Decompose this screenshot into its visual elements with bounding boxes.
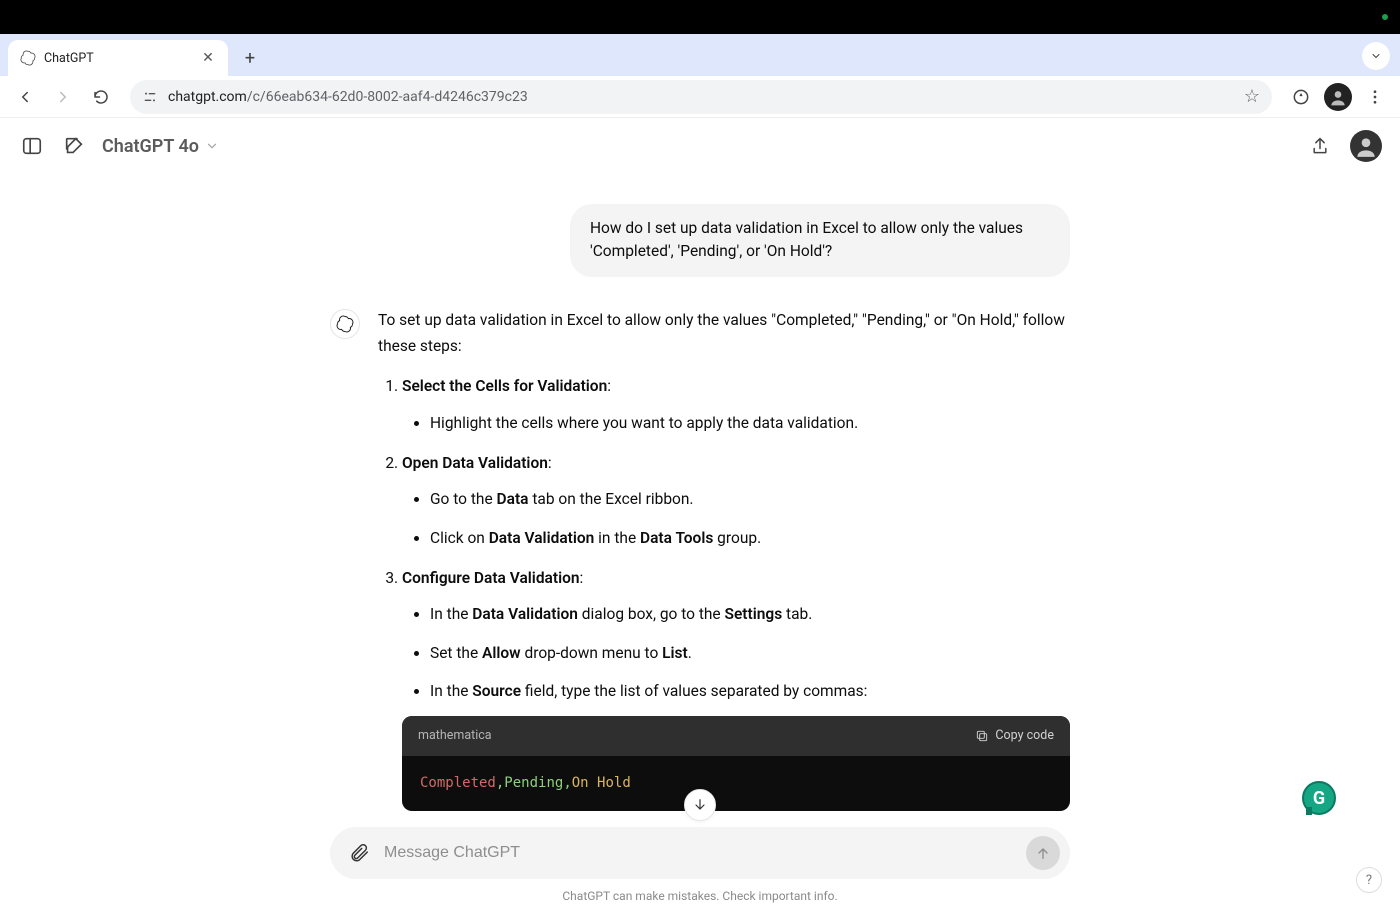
url-text: chatgpt.com/c/66eab634-62d0-8002-aaf4-d4… bbox=[168, 89, 1234, 105]
send-button[interactable] bbox=[1026, 836, 1060, 870]
scroll-to-bottom-button[interactable] bbox=[684, 789, 716, 821]
tabs-dropdown-button[interactable] bbox=[1362, 42, 1390, 70]
address-bar[interactable]: chatgpt.com/c/66eab634-62d0-8002-aaf4-d4… bbox=[130, 80, 1272, 114]
code-block-header: mathematica Copy code bbox=[402, 716, 1070, 755]
code-language-label: mathematica bbox=[418, 725, 492, 746]
browser-menu-button[interactable] bbox=[1360, 82, 1390, 112]
os-titlebar bbox=[0, 0, 1400, 34]
recording-indicator bbox=[1382, 14, 1388, 20]
browser-tab[interactable]: ChatGPT ✕ bbox=[8, 40, 228, 76]
user-message-text: How do I set up data validation in Excel… bbox=[570, 204, 1070, 277]
new-chat-icon[interactable] bbox=[60, 132, 88, 160]
share-icon[interactable] bbox=[1306, 132, 1334, 160]
step-3-bullet-1: In the Data Validation dialog box, go to… bbox=[430, 601, 1070, 627]
assistant-message: To set up data validation in Excel to al… bbox=[330, 307, 1070, 828]
chevron-down-icon bbox=[205, 139, 219, 153]
forward-button[interactable] bbox=[48, 82, 78, 112]
step-1-bullet-1: Highlight the cells where you want to ap… bbox=[430, 410, 1070, 436]
step-2-bullet-1: Go to the Data tab on the Excel ribbon. bbox=[430, 486, 1070, 512]
app-header: ChatGPT 4o bbox=[0, 118, 1400, 174]
sidebar-toggle-icon[interactable] bbox=[18, 132, 46, 160]
code-content: Completed,Pending,On Hold bbox=[402, 756, 1070, 812]
reload-button[interactable] bbox=[86, 82, 116, 112]
grammarly-widget[interactable]: G bbox=[1302, 781, 1336, 815]
user-avatar[interactable] bbox=[1350, 130, 1382, 162]
browser-tabstrip: ChatGPT ✕ + bbox=[0, 34, 1400, 76]
site-settings-icon[interactable] bbox=[142, 89, 158, 105]
copy-code-button[interactable]: Copy code bbox=[975, 725, 1054, 746]
tab-close-button[interactable]: ✕ bbox=[200, 50, 216, 66]
help-button[interactable]: ? bbox=[1356, 867, 1382, 893]
bookmark-star-icon[interactable]: ☆ bbox=[1244, 86, 1260, 107]
message-composer bbox=[330, 827, 1070, 879]
extension-icon[interactable] bbox=[1286, 82, 1316, 112]
chatgpt-app: ChatGPT 4o How do I set up data validati… bbox=[0, 118, 1400, 911]
model-name: ChatGPT 4o bbox=[102, 136, 199, 157]
new-tab-button[interactable]: + bbox=[236, 44, 264, 72]
assistant-content: To set up data validation in Excel to al… bbox=[378, 307, 1070, 828]
disclaimer-text: ChatGPT can make mistakes. Check importa… bbox=[0, 883, 1400, 911]
browser-toolbar: chatgpt.com/c/66eab634-62d0-8002-aaf4-d4… bbox=[0, 76, 1400, 118]
user-message: How do I set up data validation in Excel… bbox=[330, 204, 1070, 277]
assistant-intro-text: To set up data validation in Excel to al… bbox=[378, 307, 1070, 360]
assistant-avatar-icon bbox=[330, 309, 360, 339]
step-3: Configure Data Validation: In the Data V… bbox=[402, 565, 1070, 827]
step-1: Select the Cells for Validation: Highlig… bbox=[402, 373, 1070, 436]
step-3-bullet-3: In the Source field, type the list of va… bbox=[430, 678, 1070, 704]
chatgpt-favicon-icon bbox=[20, 50, 36, 66]
chat-scroll-area[interactable]: How do I set up data validation in Excel… bbox=[0, 174, 1400, 827]
message-input[interactable] bbox=[384, 844, 1016, 862]
step-3-bullet-2: Set the Allow drop-down menu to List. bbox=[430, 640, 1070, 666]
step-2: Open Data Validation: Go to the Data tab… bbox=[402, 450, 1070, 551]
code-block: mathematica Copy code Completed,Pending,… bbox=[402, 716, 1070, 811]
composer-area bbox=[0, 827, 1400, 883]
step-2-bullet-2: Click on Data Validation in the Data Too… bbox=[430, 525, 1070, 551]
back-button[interactable] bbox=[10, 82, 40, 112]
attach-file-icon[interactable] bbox=[344, 838, 374, 868]
browser-profile-avatar[interactable] bbox=[1324, 83, 1352, 111]
tab-title: ChatGPT bbox=[44, 51, 192, 66]
model-picker[interactable]: ChatGPT 4o bbox=[102, 136, 219, 157]
